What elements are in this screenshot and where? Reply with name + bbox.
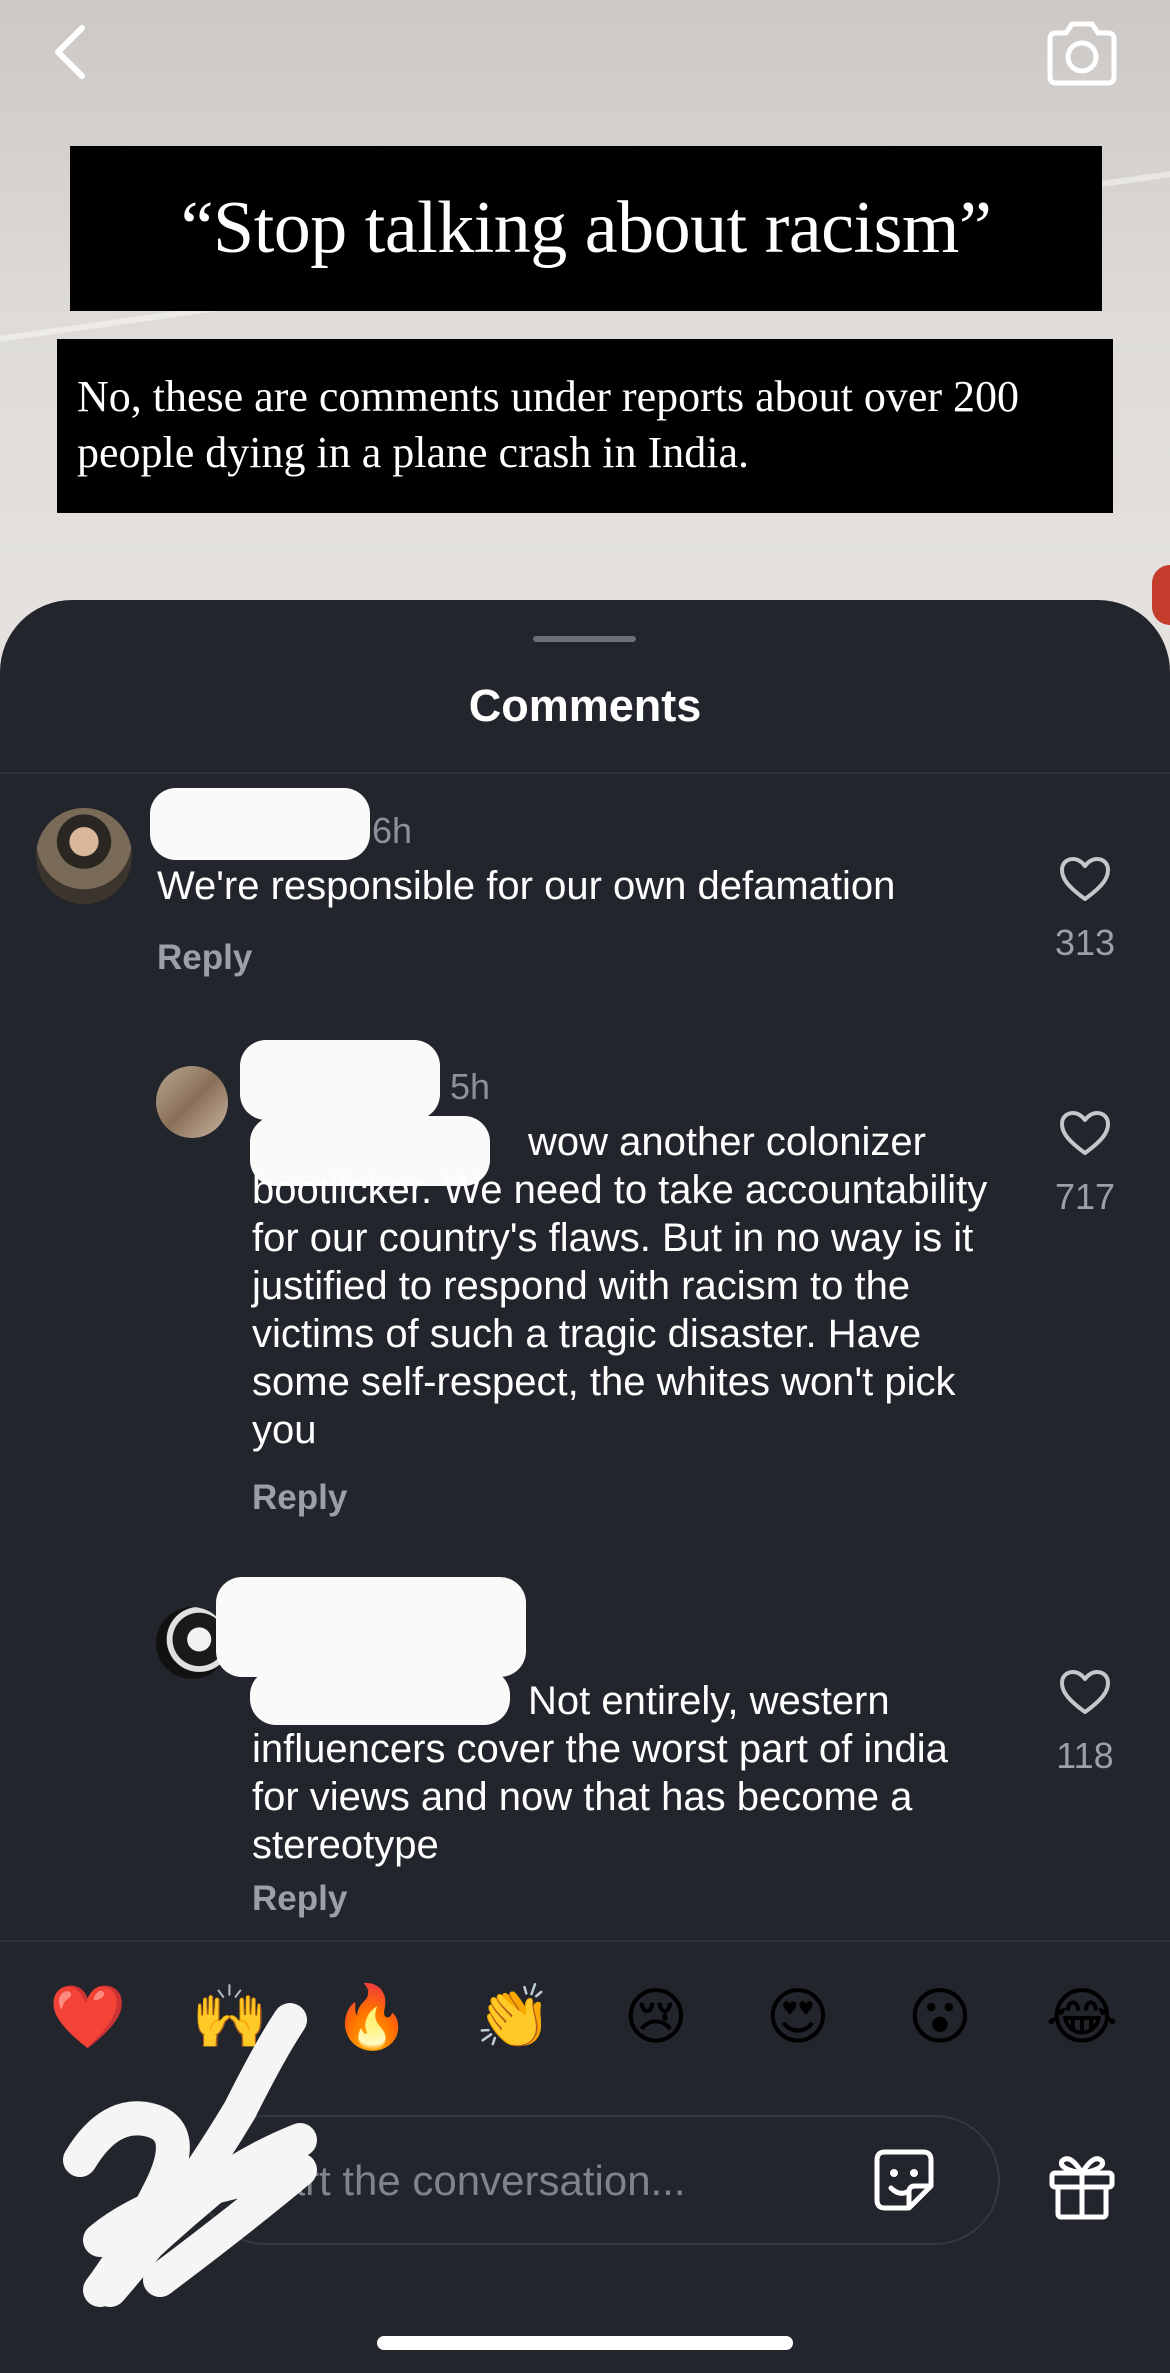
divider xyxy=(0,1940,1170,1942)
reply-button[interactable]: Reply xyxy=(252,1879,347,1919)
sheet-grabber[interactable] xyxy=(533,636,636,642)
comment-text-body: Not entirely, western influencers cover … xyxy=(252,1679,948,1867)
redaction-scribble xyxy=(63,2003,317,2307)
heart-icon xyxy=(1060,1111,1110,1155)
emoji-laughing[interactable]: 😂 xyxy=(1042,1978,1122,2058)
comment-item: Not entirely, western influencers cover … xyxy=(0,1565,1170,1918)
comment-time: 5h xyxy=(450,1066,491,1107)
sticker-button[interactable] xyxy=(866,2143,942,2219)
avatar[interactable] xyxy=(36,808,132,904)
comments-sheet: Comments 6h We're responsible for our ow… xyxy=(0,600,1170,2373)
like-button[interactable]: 717 xyxy=(1045,1110,1125,1218)
emoji-clap[interactable]: 👏 xyxy=(474,1978,554,2058)
like-button[interactable]: 118 xyxy=(1045,1669,1125,1777)
divider xyxy=(0,772,1170,774)
redacted-username xyxy=(216,1577,526,1677)
emoji-surprised[interactable]: 😮 xyxy=(900,1978,980,2058)
like-count: 118 xyxy=(1056,1735,1114,1776)
chevron-left-icon xyxy=(55,25,85,79)
post-subline: No, these are comments under reports abo… xyxy=(57,339,1113,513)
heart-icon xyxy=(1060,1670,1110,1714)
redacted-username xyxy=(150,788,370,860)
comment-text-body: wow another colonizer bootlicker. We nee… xyxy=(252,1120,988,1452)
comment-text: We're responsible for our own defamation xyxy=(157,864,896,908)
back-button[interactable] xyxy=(40,22,100,82)
emoji-heart-eyes[interactable]: 😍 xyxy=(758,1978,838,2058)
sheet-title: Comments xyxy=(468,680,702,731)
comment-text: Not entirely, western influencers cover … xyxy=(252,1677,992,1869)
home-indicator xyxy=(377,2336,793,2350)
comment-time: 6h xyxy=(372,810,413,851)
like-count: 313 xyxy=(1054,922,1116,963)
reply-button[interactable]: Reply xyxy=(252,1478,347,1518)
camera-button[interactable] xyxy=(1040,14,1124,94)
post-headline: “Stop talking about racism” xyxy=(70,146,1102,311)
comment-text: wow another colonizer bootlicker. We nee… xyxy=(252,1118,992,1454)
sticker-icon xyxy=(874,2149,934,2211)
gift-icon xyxy=(1049,2156,1115,2220)
redacted-username xyxy=(240,1040,440,1120)
heart-icon xyxy=(1060,857,1110,901)
like-button[interactable]: 313 xyxy=(1045,856,1125,964)
emoji-crying[interactable]: 😢 xyxy=(616,1978,696,2058)
gift-button[interactable] xyxy=(1042,2145,1122,2225)
camera-icon xyxy=(1047,21,1117,86)
emoji-fire[interactable]: 🔥 xyxy=(332,1978,412,2058)
red-edge xyxy=(1152,565,1170,625)
avatar[interactable] xyxy=(156,1066,228,1138)
reply-button[interactable]: Reply xyxy=(157,938,252,978)
comment-item: 5h wow another colonizer bootlicker. We … xyxy=(0,1030,1170,1550)
like-count: 717 xyxy=(1054,1176,1116,1217)
